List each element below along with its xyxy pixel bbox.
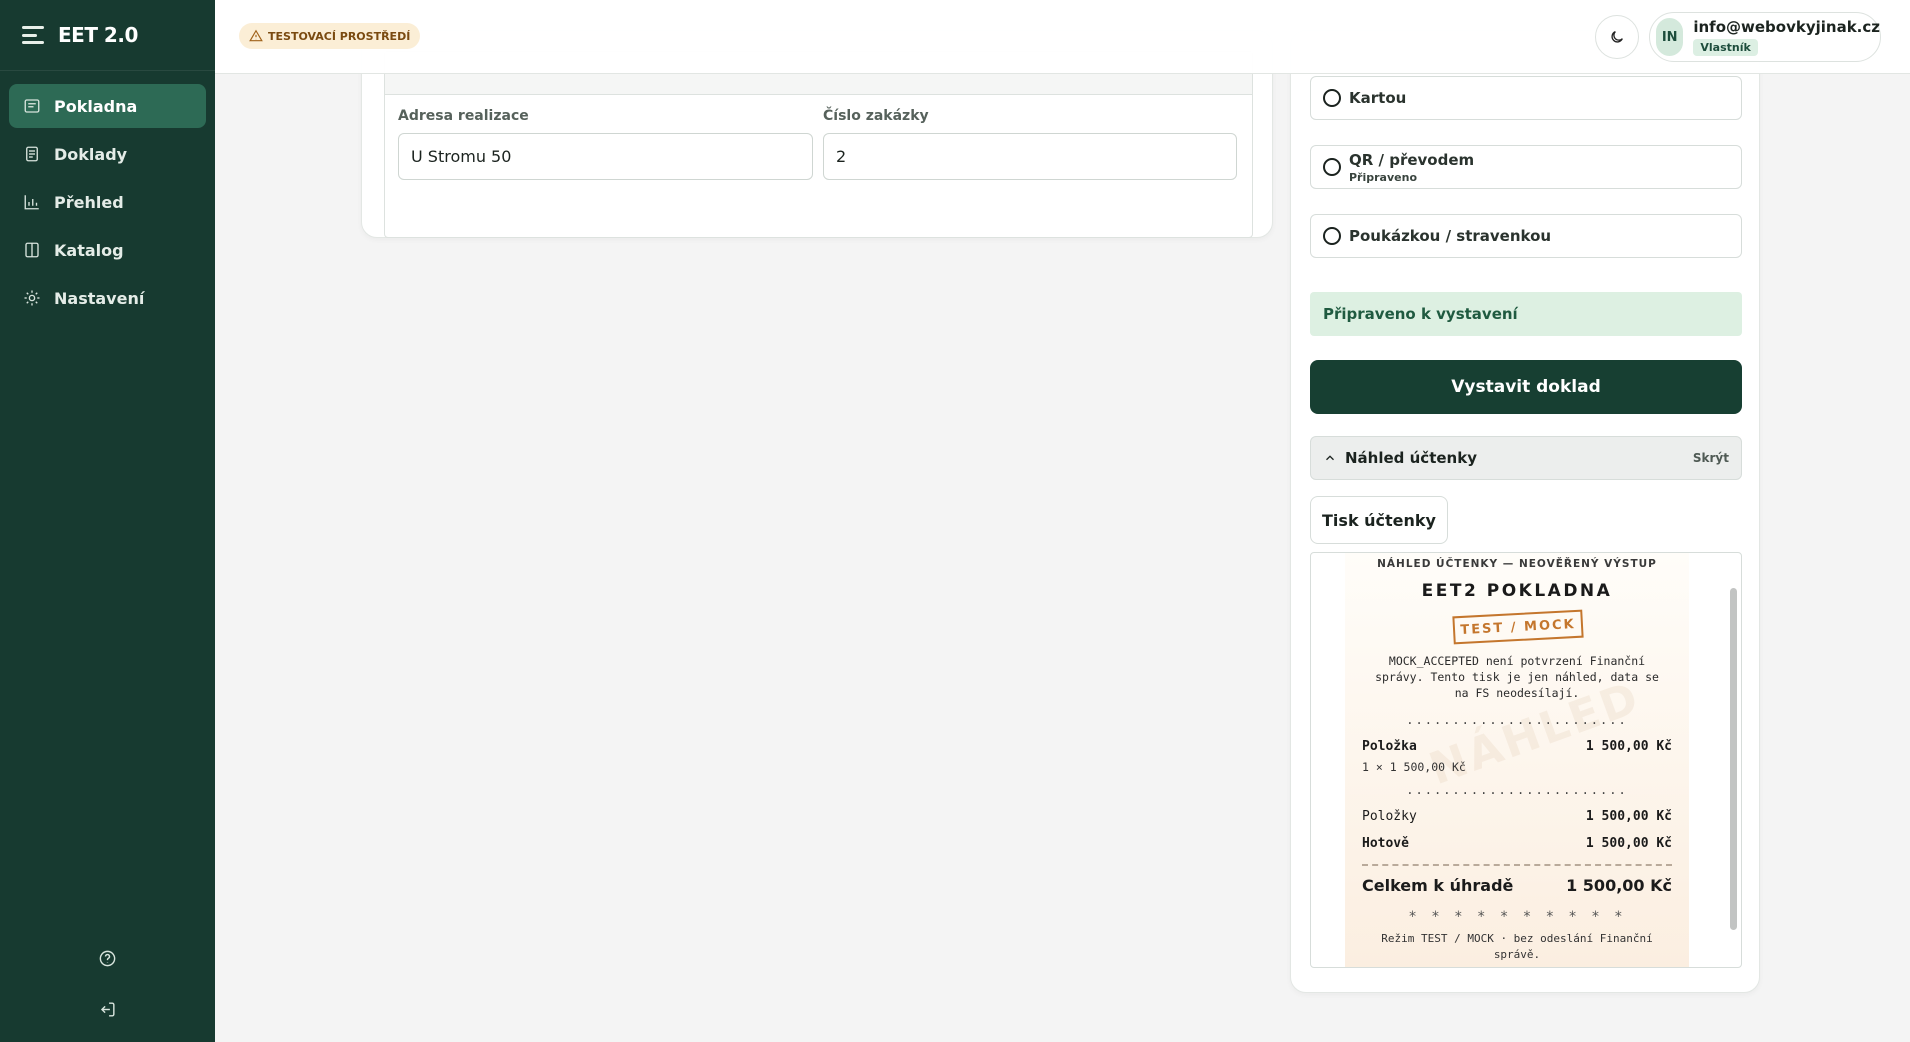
cash-value: 1 500,00 Kč [1585,836,1672,851]
hamburger-menu-icon[interactable] [22,26,44,44]
radio-icon[interactable] [1323,89,1341,107]
total-label: Celkem k úhradě [1362,876,1514,895]
user-menu[interactable]: IN info@webovkyjinak.cz Vlastník [1649,12,1881,62]
receipt-cash-row: Hotově 1 500,00 Kč [1362,836,1672,851]
item-price: 1 500,00 Kč [1585,739,1672,754]
payment-option-label: QR / převodem [1349,150,1475,169]
hide-preview-link[interactable]: Skrýt [1693,451,1729,465]
help-circle-icon [99,950,116,967]
sidebar-item-prehled[interactable]: Přehled [9,180,206,224]
receipt-dashed-divider [1362,864,1672,866]
receipt-paper: NÁHLED NÁHLED ÚČTENKY — NEOVĚŘENÝ VÝSTUP… [1345,553,1689,967]
preview-title: Náhled účtenky [1345,449,1477,467]
chevron-up-icon [1326,455,1334,461]
user-email: info@webovkyjinak.cz [1693,18,1880,36]
user-role-badge: Vlastník [1693,39,1758,56]
item-name: Položka [1362,739,1417,754]
sidebar-item-label: Pokladna [54,96,138,116]
sidebar-item-label: Doklady [54,144,128,164]
payment-option-card[interactable]: Kartou [1310,76,1742,120]
sidebar-item-nastaveni[interactable]: Nastavení [9,276,206,320]
receipt-note: MOCK_ACCEPTED není potvrzení Finanční sp… [1375,654,1659,700]
receipt-subtotal-row: Položky 1 500,00 Kč [1362,809,1672,824]
delivery-details-section: Adresa realizace U Stromu 50 Číslo zakáz… [384,51,1253,238]
payment-option-label: Kartou [1349,89,1407,107]
order-number-label: Číslo zakázky [823,108,929,124]
receipt-header: NÁHLED ÚČTENKY — NEOVĚŘENÝ VÝSTUP [1377,558,1657,570]
radio-icon[interactable] [1323,227,1341,245]
item-qty: 1 × 1 500,00 Kč [1362,760,1466,774]
bar-chart-icon [23,193,41,211]
warning-icon [249,29,263,42]
user-info: info@webovkyjinak.cz Vlastník [1693,18,1880,56]
print-receipt-button[interactable]: Tisk účtenky [1310,496,1448,544]
sun-settings-icon [23,289,41,307]
status-ready-message: Připraveno k vystavení [1310,292,1742,336]
receipt-total-row: Celkem k úhradě 1 500,00 Kč [1362,876,1672,895]
subtotal-label: Položky [1362,809,1417,824]
sidebar-item-label: Katalog [54,240,124,260]
avatar: IN [1656,18,1684,56]
logout-icon [100,1002,115,1017]
payment-option-label: Poukázkou / stravenkou [1349,227,1552,245]
receipt-footer: Režim TEST / MOCK · bez odeslání Finančn… [1381,932,1653,961]
sidebar-item-pokladna[interactable]: Pokladna [9,84,206,128]
total-value: 1 500,00 Kč [1566,876,1672,895]
logout-button[interactable] [0,1000,215,1019]
payment-option-qr[interactable]: QR / převodem Připraveno [1310,145,1742,189]
receipt-item-qty-row: 1 × 1 500,00 Kč [1362,760,1672,774]
receipt-divider: ........................ [1406,713,1628,727]
help-button[interactable] [0,949,215,968]
payment-panel: Kartou QR / převodem Připraveno Poukázko… [1290,30,1760,993]
address-label: Adresa realizace [398,108,529,124]
receipt-preview-toggle[interactable]: Náhled účtenky Skrýt [1310,436,1742,480]
payment-option-status: Připraveno [1349,170,1417,184]
receipt-divider: ........................ [1406,783,1628,797]
app-name: EET 2.0 [58,23,138,47]
issue-receipt-button[interactable]: Vystavit doklad [1310,360,1742,414]
receipt-icon [23,97,41,115]
sidebar: EET 2.0 Pokladna Doklady Přehled Katalog… [0,0,215,1042]
cash-label: Hotově [1362,836,1409,851]
top-header: TESTOVACÍ PROSTŘEDÍ IN info@webovkyjinak… [215,0,1910,74]
document-icon [23,145,41,163]
book-icon [23,241,41,259]
receipt-title: EET2 POKLADNA [1421,581,1613,601]
receipt-scrollbar[interactable] [1730,588,1737,930]
address-input[interactable]: U Stromu 50 [398,133,813,180]
sidebar-item-label: Nastavení [54,288,145,308]
sidebar-item-label: Přehled [54,192,124,212]
receipt-stars: * * * * * * * * * * [1408,909,1626,925]
brand: EET 2.0 [0,0,215,71]
receipt-item-row: Položka 1 500,00 Kč [1362,739,1672,754]
moon-icon [1611,31,1623,43]
sidebar-item-katalog[interactable]: Katalog [9,228,206,272]
test-mock-stamp: TEST / MOCK [1452,609,1584,645]
order-number-input[interactable]: 2 [823,133,1237,180]
payment-option-voucher[interactable]: Poukázkou / stravenkou [1310,214,1742,258]
environment-badge: TESTOVACÍ PROSTŘEDÍ [239,23,421,49]
radio-icon[interactable] [1323,158,1341,176]
subtotal-value: 1 500,00 Kč [1585,809,1672,824]
theme-toggle-button[interactable] [1595,15,1639,59]
environment-label: TESTOVACÍ PROSTŘEDÍ [268,29,411,43]
sidebar-item-doklady[interactable]: Doklady [9,132,206,176]
receipt-preview-frame: NÁHLED NÁHLED ÚČTENKY — NEOVĚŘENÝ VÝSTUP… [1310,552,1742,968]
sidebar-nav: Pokladna Doklady Přehled Katalog Nastave… [0,71,215,337]
